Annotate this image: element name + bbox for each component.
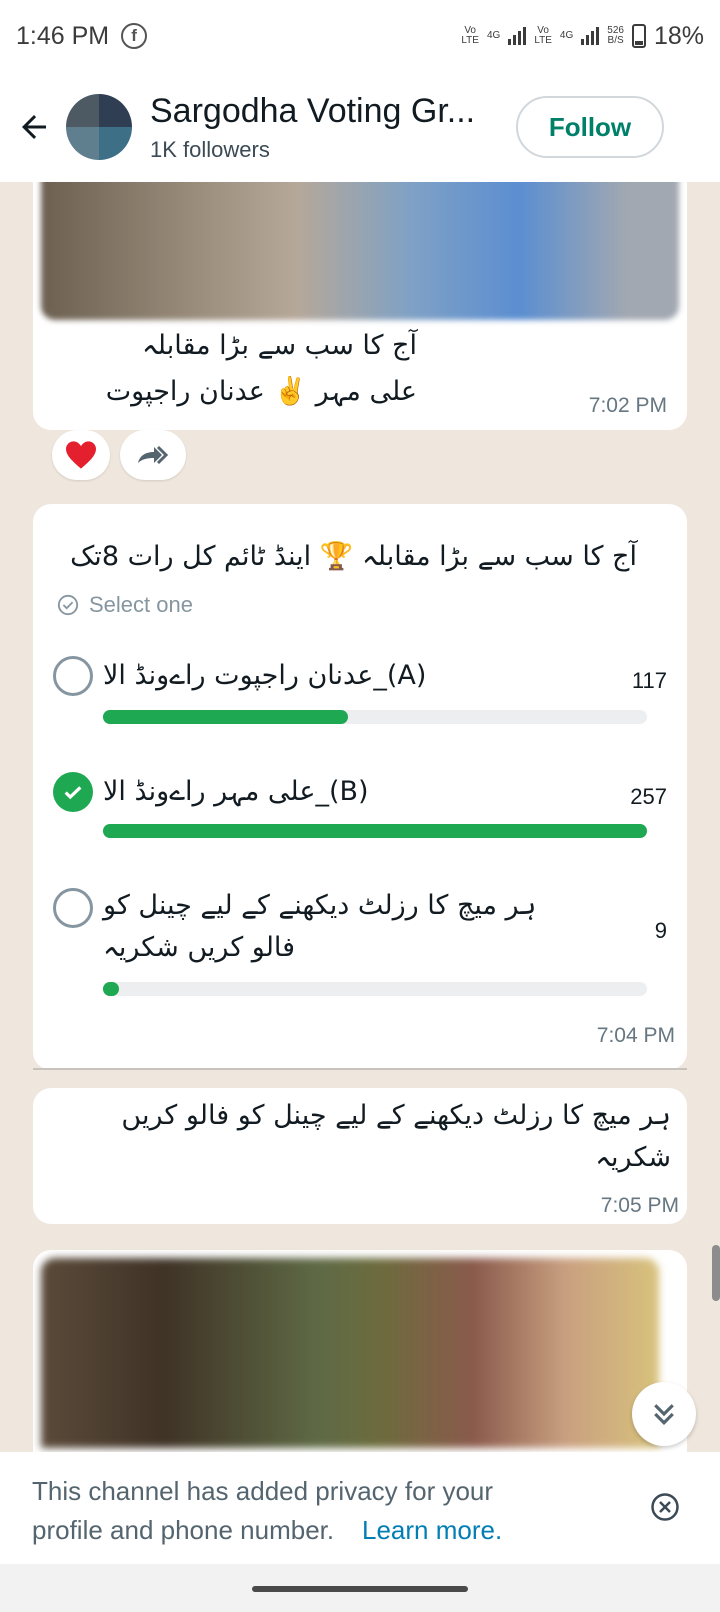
poll-option-c-label-line2: فالو کریں شکریہ <box>103 932 296 963</box>
battery-percent: 18% <box>653 21 704 50</box>
facebook-icon: f <box>121 23 148 49</box>
check-circle-icon <box>57 594 79 616</box>
poll-radio-b-checked[interactable] <box>53 772 93 812</box>
checkmark-icon <box>64 786 82 800</box>
message-text-line2: علی مہر ✌️ عدنان راجپوت <box>105 376 417 407</box>
poll-radio-c[interactable] <box>53 888 93 928</box>
double-chevron-down-icon <box>654 1404 674 1425</box>
message-time: 7:02 PM <box>588 394 667 417</box>
image-message-2[interactable] <box>33 1250 687 1452</box>
network-speed: 526 B/S <box>607 25 624 46</box>
poll-bar-b-fill <box>103 824 647 838</box>
poll-option-c-count: 9 <box>654 918 667 943</box>
network-2-type: 4G <box>559 30 574 41</box>
message-text-line1: آج کا سب سے بڑا مقابلہ <box>141 330 417 361</box>
poll-option-c-label-line1: ہر میچ کا رزلٹ دیکھنے کے لیے چینل کو <box>103 890 537 921</box>
text-message[interactable]: ہر میچ کا رزلٹ دیکھنے کے لیے چینل کو فال… <box>33 1088 687 1224</box>
navigation-bar <box>0 1564 720 1612</box>
home-gesture-handle[interactable] <box>252 1586 468 1592</box>
status-time: 1:46 PM <box>16 21 110 50</box>
poll-bar-a-fill <box>103 710 348 724</box>
channel-title: Sargodha Voting Gr... <box>150 91 476 130</box>
poll-question: آج کا سب سے بڑا مقابلہ 🏆 اینڈ ٹائم کل را… <box>70 541 637 572</box>
channel-avatar[interactable] <box>66 94 132 160</box>
network-1-type: 4G <box>486 30 501 41</box>
divider <box>33 1068 687 1070</box>
scroll-down-button[interactable] <box>632 1382 696 1446</box>
forward-icon[interactable] <box>120 430 186 480</box>
signal-1-icon <box>508 27 527 45</box>
image-message[interactable]: آج کا سب سے بڑا مقابلہ علی مہر ✌️ عدنان … <box>33 182 687 430</box>
poll-option-b-label: (B)_علی مہر راےونڈ الا <box>103 776 369 807</box>
volte-1-indicator: Vo LTE <box>461 25 479 46</box>
channel-header: Sargodha Voting Gr... 1K followers Follo… <box>0 72 720 182</box>
text-message-line2: شکریہ <box>595 1142 671 1173</box>
poll-option-a-label: (A)_عدنان راجپوت راےونڈ الا <box>103 660 427 691</box>
poll-bar-b <box>103 824 647 838</box>
status-indicators: Vo LTE 4G Vo LTE 4G 526 B/S 18% <box>461 22 704 51</box>
arrow-left-icon[interactable] <box>2 95 66 159</box>
chat-area: آج کا سب سے بڑا مقابلہ علی مہر ✌️ عدنان … <box>0 182 720 1452</box>
poll-radio-a[interactable] <box>53 656 93 696</box>
learn-more-link[interactable]: Learn more. <box>362 1511 502 1550</box>
message-image-2[interactable] <box>41 1258 659 1448</box>
follow-button[interactable]: Follow <box>516 96 664 158</box>
select-one-label: Select one <box>89 592 193 617</box>
poll-message: آج کا سب سے بڑا مقابلہ 🏆 اینڈ ٹائم کل را… <box>33 504 687 1070</box>
text-message-line1: ہر میچ کا رزلٹ دیکھنے کے لیے چینل کو فال… <box>121 1100 671 1131</box>
poll-bar-c-fill <box>103 982 120 996</box>
poll-bar-a <box>103 710 647 724</box>
heart-reaction[interactable] <box>52 430 110 480</box>
poll-time: 7:04 PM <box>596 1024 675 1047</box>
channel-info[interactable]: Sargodha Voting Gr... 1K followers <box>150 92 475 163</box>
scrollbar-thumb[interactable] <box>712 1245 720 1301</box>
volte-2-indicator: Vo LTE <box>534 25 552 46</box>
signal-2-icon <box>581 27 600 45</box>
followers-count: 1K followers <box>150 136 270 162</box>
message-image[interactable] <box>41 182 679 320</box>
close-icon[interactable] <box>650 1492 680 1533</box>
battery-icon <box>631 24 646 48</box>
poll-option-a-count: 117 <box>631 668 667 693</box>
poll-option-b-count: 257 <box>630 784 667 809</box>
privacy-notice: This channel has added privacy for your … <box>0 1452 720 1564</box>
status-bar: 1:46 PM f Vo LTE 4G Vo LTE 4G 526 B/S 18% <box>0 0 720 72</box>
text-message-time: 7:05 PM <box>600 1194 679 1217</box>
poll-bar-c <box>103 982 647 996</box>
select-one-hint: Select one <box>57 592 193 618</box>
